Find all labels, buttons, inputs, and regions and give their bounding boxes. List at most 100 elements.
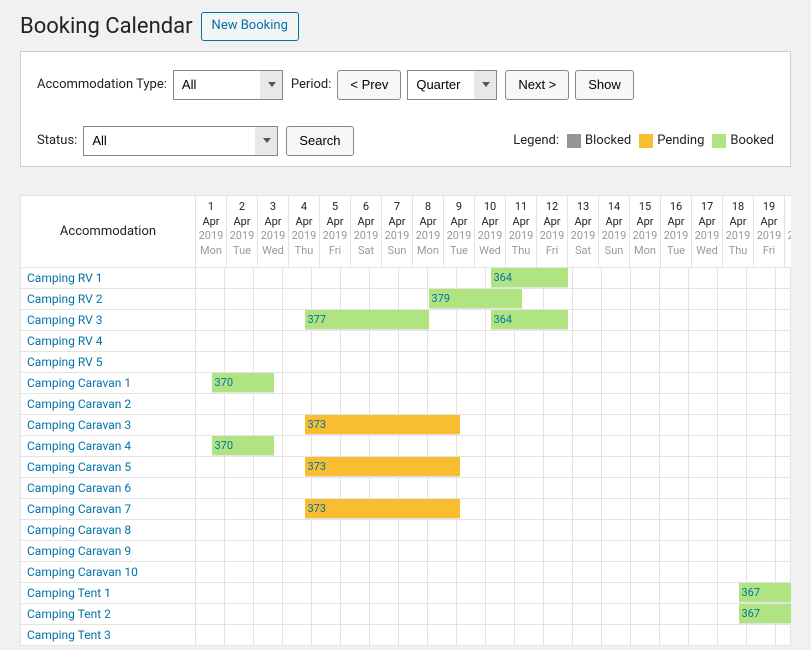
calendar-cell [196,478,225,499]
accommodation-row-label[interactable]: Camping Tent 2 [21,604,196,625]
accommodation-row-label[interactable]: Camping RV 5 [21,352,196,373]
accommodation-row-label[interactable]: Camping RV 2 [21,289,196,310]
calendar-cell [776,373,791,394]
calendar-cell [196,604,225,625]
calendar-cell [602,541,631,562]
calendar-cell [689,394,718,415]
calendar-cell [312,562,341,583]
calendar-cell [312,520,341,541]
accommodation-row-label[interactable]: Camping Caravan 2 [21,394,196,415]
calendar-row: 373 [196,415,791,436]
calendar-cell [573,289,602,310]
accommodation-row-label[interactable]: Camping RV 1 [21,268,196,289]
calendar-cell [515,457,544,478]
calendar-cell [312,352,341,373]
new-booking-button[interactable]: New Booking [201,12,299,41]
calendar-cell [370,562,399,583]
calendar-cell [515,541,544,562]
calendar-row [196,331,791,352]
calendar-cell [283,289,312,310]
calendar-cell [602,394,631,415]
accommodation-row-label[interactable]: Camping Caravan 5 [21,457,196,478]
accommodation-row-label[interactable]: Camping RV 4 [21,331,196,352]
calendar-row [196,352,791,373]
booking-bar[interactable]: 364 [491,310,569,330]
calendar-cell [718,478,747,499]
booking-bar[interactable]: 367 [739,583,792,603]
calendar-cell [428,394,457,415]
accommodation-row-label[interactable]: Camping Caravan 1 [21,373,196,394]
calendar-cell [718,373,747,394]
calendar-cell [689,373,718,394]
calendar-cell [196,352,225,373]
calendar-cell [631,310,660,331]
page-title-text: Booking Calendar [20,14,193,39]
calendar-row: 370 [196,373,791,394]
accommodation-row-label[interactable]: Camping Caravan 6 [21,478,196,499]
calendar-cell [544,289,573,310]
booking-bar[interactable]: 364 [491,268,569,288]
booking-bar[interactable]: 367 [739,604,792,624]
accommodation-row-label[interactable]: Camping Caravan 10 [21,562,196,583]
accommodation-row-label[interactable]: Camping RV 3 [21,310,196,331]
calendar-cell [660,331,689,352]
calendar-cell [573,499,602,520]
calendar-cell [718,520,747,541]
booking-bar[interactable]: 370 [212,373,274,393]
calendar-cell [457,604,486,625]
calendar-cell [254,478,283,499]
calendar-cell [544,478,573,499]
calendar-cell [341,541,370,562]
calendar-cell [631,625,660,646]
period-label: Period: [291,77,331,92]
calendar-cell [515,625,544,646]
calendar-cell [718,415,747,436]
calendar-cell [747,457,776,478]
calendar-cell [341,331,370,352]
booking-bar[interactable]: 370 [212,436,274,456]
calendar-cell [283,562,312,583]
calendar-cell [399,331,428,352]
calendar-cell [196,394,225,415]
calendar-cell [399,352,428,373]
calendar-cell [370,331,399,352]
calendar-cell [196,499,225,520]
prev-button[interactable]: < Prev [337,70,401,100]
page-title: Booking Calendar New Booking [20,12,791,41]
booking-bar[interactable]: 373 [305,415,460,435]
calendar-cell [573,331,602,352]
accommodation-row-label[interactable]: Camping Tent 3 [21,625,196,646]
next-button[interactable]: Next > [505,70,569,100]
booking-bar[interactable]: 379 [429,289,522,309]
calendar-cell [544,520,573,541]
accommodation-type-select[interactable]: All [173,70,283,100]
booking-bar[interactable]: 373 [305,499,460,519]
calendar-cell [370,541,399,562]
accommodation-row-label[interactable]: Camping Tent 1 [21,583,196,604]
calendar-cell [776,331,791,352]
calendar-cell [428,583,457,604]
accommodation-row-label[interactable]: Camping Caravan 9 [21,541,196,562]
status-select[interactable]: All [83,126,278,156]
accommodation-row-label[interactable]: Camping Caravan 3 [21,415,196,436]
calendar-cell [747,352,776,373]
calendar-cell [457,520,486,541]
search-button[interactable]: Search [286,126,353,156]
calendar-cell [573,415,602,436]
accommodation-row-label[interactable]: Camping Caravan 4 [21,436,196,457]
calendar-cell [341,394,370,415]
show-button[interactable]: Show [575,70,634,100]
calendar-cell [660,520,689,541]
booking-bar[interactable]: 373 [305,457,460,477]
booking-bar[interactable]: 377 [305,310,429,330]
calendar-cell [776,310,791,331]
calendar-cell [428,436,457,457]
accommodation-row-label[interactable]: Camping Caravan 7 [21,499,196,520]
date-header: 14Apr2019Sun [599,196,630,268]
calendar-cell [747,625,776,646]
date-header: 11Apr2019Thu [506,196,537,268]
calendar-cell [370,352,399,373]
accommodation-row-label[interactable]: Camping Caravan 8 [21,520,196,541]
calendar-cell [660,268,689,289]
period-select[interactable]: Quarter [407,70,497,100]
